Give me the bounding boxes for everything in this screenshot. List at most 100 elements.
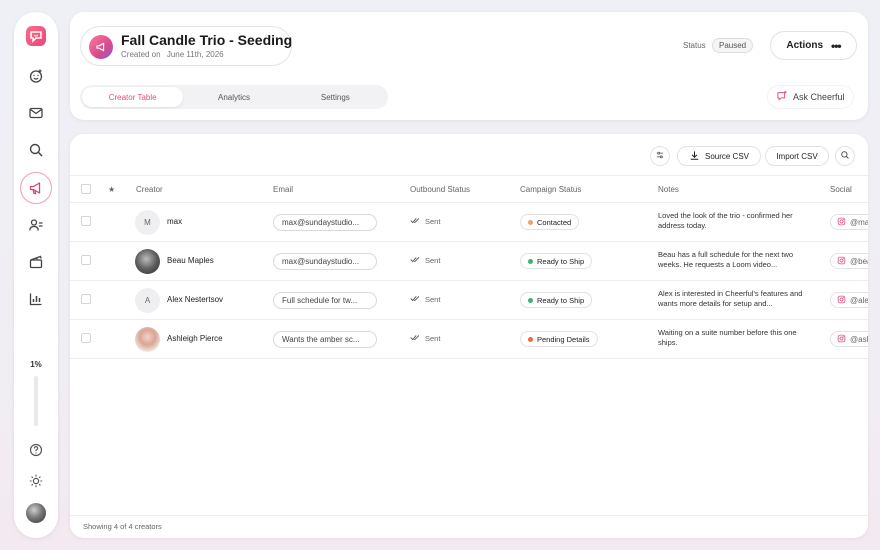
smile-plus-icon[interactable]	[22, 62, 50, 90]
column-creator[interactable]: Creator	[136, 185, 163, 194]
ask-cheerful-button[interactable]: Ask Cheerful	[768, 86, 853, 108]
users-icon[interactable]	[22, 211, 50, 239]
zoom-slider-fill	[34, 425, 38, 426]
notes-cell[interactable]: Loved the look of the trio - confirmed h…	[658, 211, 808, 231]
chat-plus-icon	[776, 90, 788, 104]
campaign-status-label: Contacted	[537, 217, 572, 227]
bar-chart-icon[interactable]	[22, 285, 50, 313]
table-row[interactable]: Ashleigh Pierce Wants the amber sc... Sent…	[70, 320, 868, 359]
table-search-button[interactable]	[835, 146, 855, 166]
select-all-checkbox[interactable]	[81, 184, 91, 194]
campaign-status-badge[interactable]: Ready to Ship	[520, 292, 593, 308]
search-icon[interactable]	[22, 136, 50, 164]
outbound-status: Sent	[410, 217, 440, 226]
row-checkbox[interactable]	[81, 255, 91, 265]
user-avatar[interactable]	[26, 503, 46, 523]
column-notes[interactable]: Notes	[658, 185, 679, 194]
status-dot	[528, 219, 533, 225]
avatar	[135, 327, 160, 352]
row-checkbox[interactable]	[81, 294, 91, 304]
creator-name[interactable]: Beau Maples	[167, 256, 214, 265]
search-icon	[840, 150, 850, 162]
social-handle-label: @ale	[850, 295, 868, 305]
actions-label: Actions	[786, 40, 824, 51]
social-handle[interactable]: @ash	[830, 331, 868, 347]
outbound-status-label: Sent	[425, 295, 441, 304]
zoom-slider[interactable]	[34, 376, 38, 426]
outbound-status-label: Sent	[425, 217, 441, 226]
column-outbound-status[interactable]: Outbound Status	[410, 185, 470, 194]
campaign-status-badge[interactable]: Contacted	[520, 214, 580, 230]
status-badge: Paused	[712, 38, 754, 53]
megaphone-icon[interactable]	[20, 172, 52, 204]
outbound-status-label: Sent	[425, 256, 441, 265]
table-footer: Showing 4 of 4 creators	[70, 515, 868, 538]
table-row[interactable]: Mmax max@sundaystudio... Sent Contacted Love…	[70, 203, 868, 242]
email-field[interactable]: max@sundaystudio...	[273, 214, 377, 231]
campaign-status-label: Ready to Ship	[537, 295, 585, 305]
import-csv-button[interactable]: Import CSV	[765, 146, 829, 166]
row-checkbox[interactable]	[81, 333, 91, 343]
double-check-icon	[410, 217, 421, 226]
column-campaign-status[interactable]: Campaign Status	[520, 185, 581, 194]
source-csv-label: Source CSV	[704, 151, 750, 161]
creator-name[interactable]: max	[167, 217, 182, 226]
email-field[interactable]: Wants the amber sc...	[273, 331, 377, 348]
creator-name[interactable]: Ashleigh Pierce	[167, 334, 223, 343]
more-dots-icon: •••	[831, 38, 842, 53]
import-csv-label: Import CSV	[776, 151, 818, 161]
campaign-status-badge[interactable]: Ready to Ship	[520, 253, 593, 269]
mail-icon[interactable]	[22, 99, 50, 127]
instagram-icon	[837, 217, 846, 228]
tab-settings[interactable]: Settings	[285, 87, 386, 107]
notes-cell[interactable]: Beau has a full schedule for the next tw…	[658, 250, 808, 270]
instagram-icon	[837, 334, 846, 345]
ask-cheerful-label: Ask Cheerful	[793, 92, 845, 102]
outbound-status-label: Sent	[425, 334, 441, 343]
creator-name[interactable]: Alex Nestertsov	[167, 295, 223, 304]
notes-cell[interactable]: Waiting on a suite number before this on…	[658, 328, 808, 348]
logo-icon[interactable]	[22, 22, 50, 50]
zoom-level: 1%	[30, 360, 42, 369]
sun-icon[interactable]	[22, 467, 50, 495]
campaign-header: Fall Candle Trio - Seeding Created on Ju…	[70, 12, 868, 120]
source-csv-button[interactable]: Source CSV	[677, 146, 761, 166]
avatar: M	[135, 210, 160, 235]
avatar	[135, 249, 160, 274]
campaign-megaphone-icon	[89, 35, 113, 59]
campaign-status-label: Ready to Ship	[537, 256, 585, 266]
download-icon	[689, 150, 700, 163]
clapperboard-icon[interactable]	[22, 248, 50, 276]
column-email[interactable]: Email	[273, 185, 293, 194]
social-handle-label: @bea	[850, 256, 868, 266]
tab-analytics[interactable]: Analytics	[183, 87, 284, 107]
social-handle[interactable]: @ale	[830, 292, 868, 308]
sidebar: 1%	[14, 12, 58, 538]
table-row[interactable]: A Alex Nestertsov Full schedule for tw... S…	[70, 281, 868, 320]
row-checkbox[interactable]	[81, 216, 91, 226]
help-icon[interactable]	[22, 436, 50, 464]
social-handle-label: @ma	[850, 217, 868, 227]
social-handle[interactable]: @ma	[830, 214, 868, 230]
status-dot	[528, 297, 533, 303]
campaign-status-label: Pending Details	[537, 334, 590, 344]
filter-button[interactable]	[650, 146, 670, 166]
notes-cell[interactable]: Alex is interested in Cheerful's feature…	[658, 289, 808, 309]
creator-table-card: Source CSV Import CSV ★ Creator Email Ou…	[70, 134, 868, 538]
social-handle[interactable]: @bea	[830, 253, 868, 269]
table-row[interactable]: Beau Maples max@sundaystudio... Sent Ready …	[70, 242, 868, 281]
page-title: Fall Candle Trio - Seeding	[121, 32, 293, 48]
outbound-status: Sent	[410, 334, 440, 343]
column-social[interactable]: Social	[830, 185, 852, 194]
campaign-status-badge[interactable]: Pending Details	[520, 331, 598, 347]
actions-button[interactable]: Actions •••	[770, 31, 857, 60]
outbound-status: Sent	[410, 256, 440, 265]
email-field[interactable]: max@sundaystudio...	[273, 253, 377, 270]
instagram-icon	[837, 256, 846, 267]
star-column-header[interactable]: ★	[108, 185, 115, 194]
outbound-status: Sent	[410, 295, 440, 304]
status-label: Status	[683, 41, 706, 50]
tab-creator-table[interactable]: Creator Table	[82, 87, 184, 107]
campaign-title-box: Fall Candle Trio - Seeding Created on Ju…	[80, 26, 292, 66]
email-field[interactable]: Full schedule for tw...	[273, 292, 377, 309]
